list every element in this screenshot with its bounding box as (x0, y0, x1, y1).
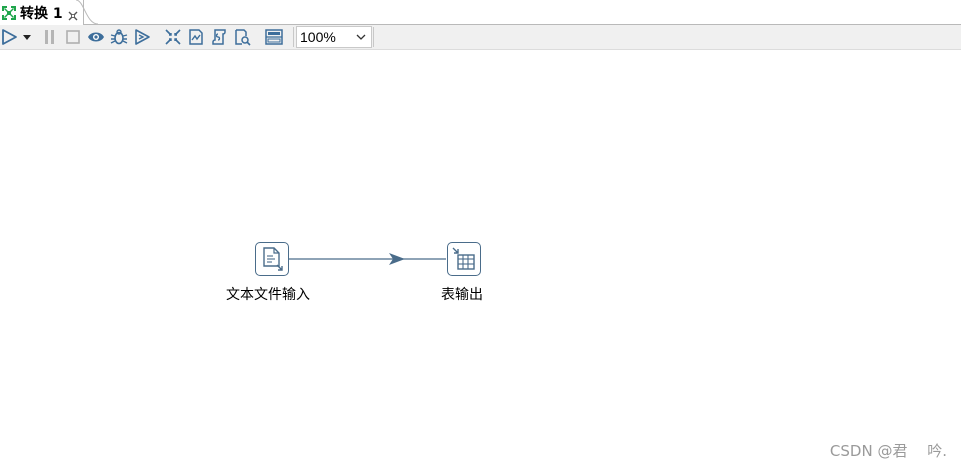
step-label-table-output: 表输出 (441, 287, 483, 303)
tab-edge (76, 0, 98, 25)
db-explore-icon[interactable] (233, 28, 251, 46)
table-output-icon (452, 247, 475, 270)
play-icon[interactable] (0, 28, 18, 46)
step-label-text-file-input: 文本文件输入 (226, 287, 310, 303)
replay-icon[interactable] (133, 28, 151, 46)
bug-icon[interactable] (110, 28, 128, 46)
toolbar: 100% (0, 25, 961, 50)
eye-icon[interactable] (87, 28, 105, 46)
zoom-value: 100% (300, 29, 336, 45)
chevron-down-icon[interactable] (354, 30, 368, 44)
pause-icon[interactable] (41, 28, 59, 46)
impact-icon[interactable] (187, 28, 205, 46)
results-panel-icon[interactable] (265, 28, 283, 46)
step-text-file-input[interactable] (255, 242, 289, 276)
zoom-select[interactable]: 100% (296, 26, 372, 48)
toolbar-separator (293, 27, 294, 47)
toolbar-separator (373, 27, 374, 47)
watermark: CSDN @君 吟. (829, 442, 947, 460)
verify-icon[interactable] (164, 28, 182, 46)
tab-transformation[interactable]: 转换 1 (0, 0, 84, 25)
step-table-output[interactable] (447, 242, 481, 276)
dropdown-arrow-icon[interactable] (21, 28, 33, 46)
transformation-canvas[interactable]: 文本文件输入 表输出 CSDN @君 吟. (0, 50, 961, 469)
stop-icon[interactable] (64, 28, 82, 46)
tab-title: 转换 1 (20, 5, 63, 22)
transformation-icon (1, 5, 17, 21)
tab-bar: 转换 1 (0, 0, 961, 25)
text-file-input-icon (263, 247, 283, 271)
sql-script-icon[interactable] (210, 28, 228, 46)
